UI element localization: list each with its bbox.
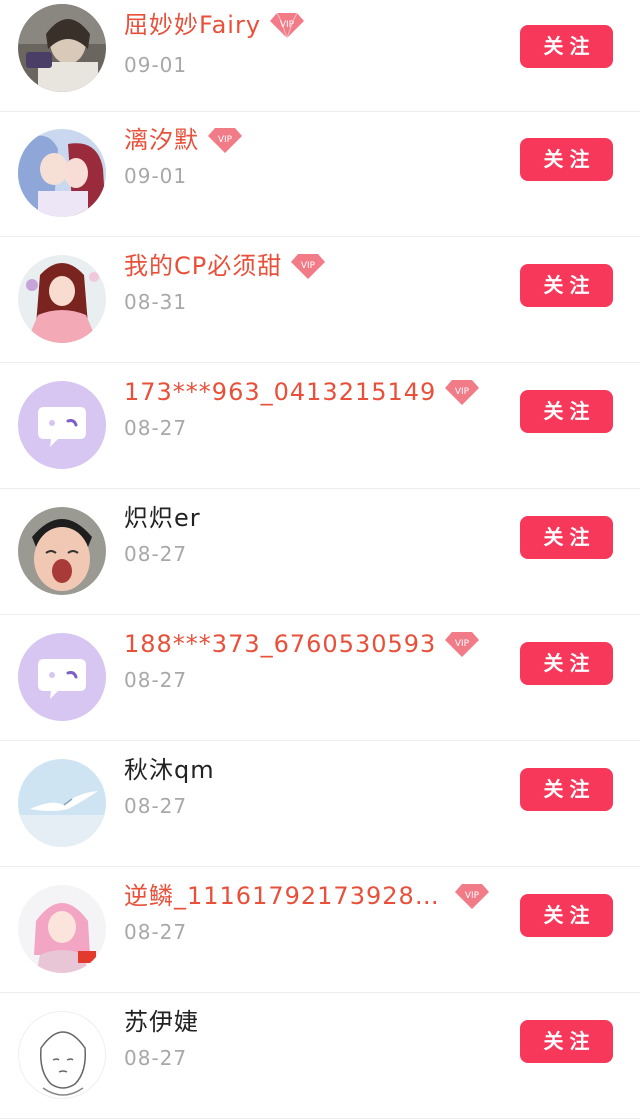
follow-date: 08-27 xyxy=(124,1046,188,1070)
name-line: 漓汐默 VIP xyxy=(124,120,243,160)
name-line: 苏伊婕 xyxy=(124,1002,199,1042)
user-name[interactable]: 秋沐qm xyxy=(124,750,215,790)
follow-date: 09-01 xyxy=(124,164,188,188)
user-name[interactable]: 逆鳞_11161792173928… xyxy=(124,876,440,916)
user-name[interactable]: 188***373_6760530593 xyxy=(124,624,436,664)
follow-date: 09-01 xyxy=(124,53,188,77)
follow-date: 08-27 xyxy=(124,416,188,440)
list-item[interactable]: 屈妙妙Fairy VIP 09-01 关注 xyxy=(0,0,640,112)
name-line: 188***373_6760530593 VIP xyxy=(124,624,480,664)
vip-diamond-icon: VIP xyxy=(290,252,326,280)
follow-date: 08-27 xyxy=(124,794,188,818)
vip-diamond-icon: VIP xyxy=(269,11,305,39)
name-line: 逆鳞_11161792173928… VIP xyxy=(124,876,490,916)
svg-text:VIP: VIP xyxy=(455,387,470,397)
list-item[interactable]: 173***963_0413215149 VIP 08-27 关注 xyxy=(0,364,640,489)
follow-date: 08-31 xyxy=(124,290,188,314)
anime-couple-icon[interactable] xyxy=(18,129,106,217)
user-name[interactable]: 炽炽er xyxy=(124,498,201,538)
list-item[interactable]: 188***373_6760530593 VIP 08-27 关注 xyxy=(0,616,640,741)
list-item[interactable]: 苏伊婕 08-27 关注 xyxy=(0,994,640,1119)
vip-diamond-icon: VIP xyxy=(454,882,490,910)
follow-button[interactable]: 关注 xyxy=(520,25,613,68)
follow-date: 08-27 xyxy=(124,542,188,566)
vip-diamond-icon: VIP xyxy=(207,126,243,154)
follow-button[interactable]: 关注 xyxy=(520,894,613,937)
user-name[interactable]: 漓汐默 xyxy=(124,120,199,160)
follow-button[interactable]: 关注 xyxy=(520,642,613,685)
svg-text:VIP: VIP xyxy=(301,261,316,271)
photo-girl-icon[interactable] xyxy=(18,4,106,92)
photo-crying-boy-icon[interactable] xyxy=(18,507,106,595)
follow-date: 08-27 xyxy=(124,668,188,692)
name-line: 秋沐qm xyxy=(124,750,215,790)
list-item[interactable]: 炽炽er 08-27 关注 xyxy=(0,490,640,615)
name-line: 屈妙妙Fairy VIP xyxy=(124,5,305,45)
vip-diamond-icon: VIP xyxy=(444,378,480,406)
user-name[interactable]: 173***963_0413215149 xyxy=(124,372,436,412)
svg-text:VIP: VIP xyxy=(280,20,295,30)
list-item[interactable]: 我的CP必须甜 VIP 08-31 关注 xyxy=(0,238,640,363)
list-item[interactable]: 漓汐默 VIP 09-01 关注 xyxy=(0,112,640,237)
svg-text:VIP: VIP xyxy=(455,639,470,649)
follow-button[interactable]: 关注 xyxy=(520,1020,613,1063)
sketch-face-icon[interactable] xyxy=(18,1011,106,1099)
user-name[interactable]: 屈妙妙Fairy xyxy=(124,5,261,45)
svg-text:VIP: VIP xyxy=(465,891,480,901)
name-line: 173***963_0413215149 VIP xyxy=(124,372,480,412)
user-name[interactable]: 我的CP必须甜 xyxy=(124,246,282,286)
default-chat-icon[interactable] xyxy=(18,381,106,469)
follow-button[interactable]: 关注 xyxy=(520,390,613,433)
user-name[interactable]: 苏伊婕 xyxy=(124,1002,199,1042)
follow-button[interactable]: 关注 xyxy=(520,768,613,811)
follow-date: 08-27 xyxy=(124,920,188,944)
pink-hair-girl-icon[interactable] xyxy=(18,885,106,973)
follow-button[interactable]: 关注 xyxy=(520,264,613,307)
bird-sky-icon[interactable] xyxy=(18,759,106,847)
list-item[interactable]: 秋沐qm 08-27 关注 xyxy=(0,742,640,867)
follower-list: 屈妙妙Fairy VIP 09-01 关注 漓汐默 VIP 09-01 关注 我… xyxy=(0,0,640,1119)
name-line: 我的CP必须甜 VIP xyxy=(124,246,326,286)
default-chat-icon[interactable] xyxy=(18,633,106,721)
follow-button[interactable]: 关注 xyxy=(520,138,613,181)
anime-girl-icon[interactable] xyxy=(18,255,106,343)
vip-diamond-icon: VIP xyxy=(444,630,480,658)
name-line: 炽炽er xyxy=(124,498,201,538)
list-item[interactable]: 逆鳞_11161792173928… VIP 08-27 关注 xyxy=(0,868,640,993)
svg-text:VIP: VIP xyxy=(218,135,233,145)
follow-button[interactable]: 关注 xyxy=(520,516,613,559)
